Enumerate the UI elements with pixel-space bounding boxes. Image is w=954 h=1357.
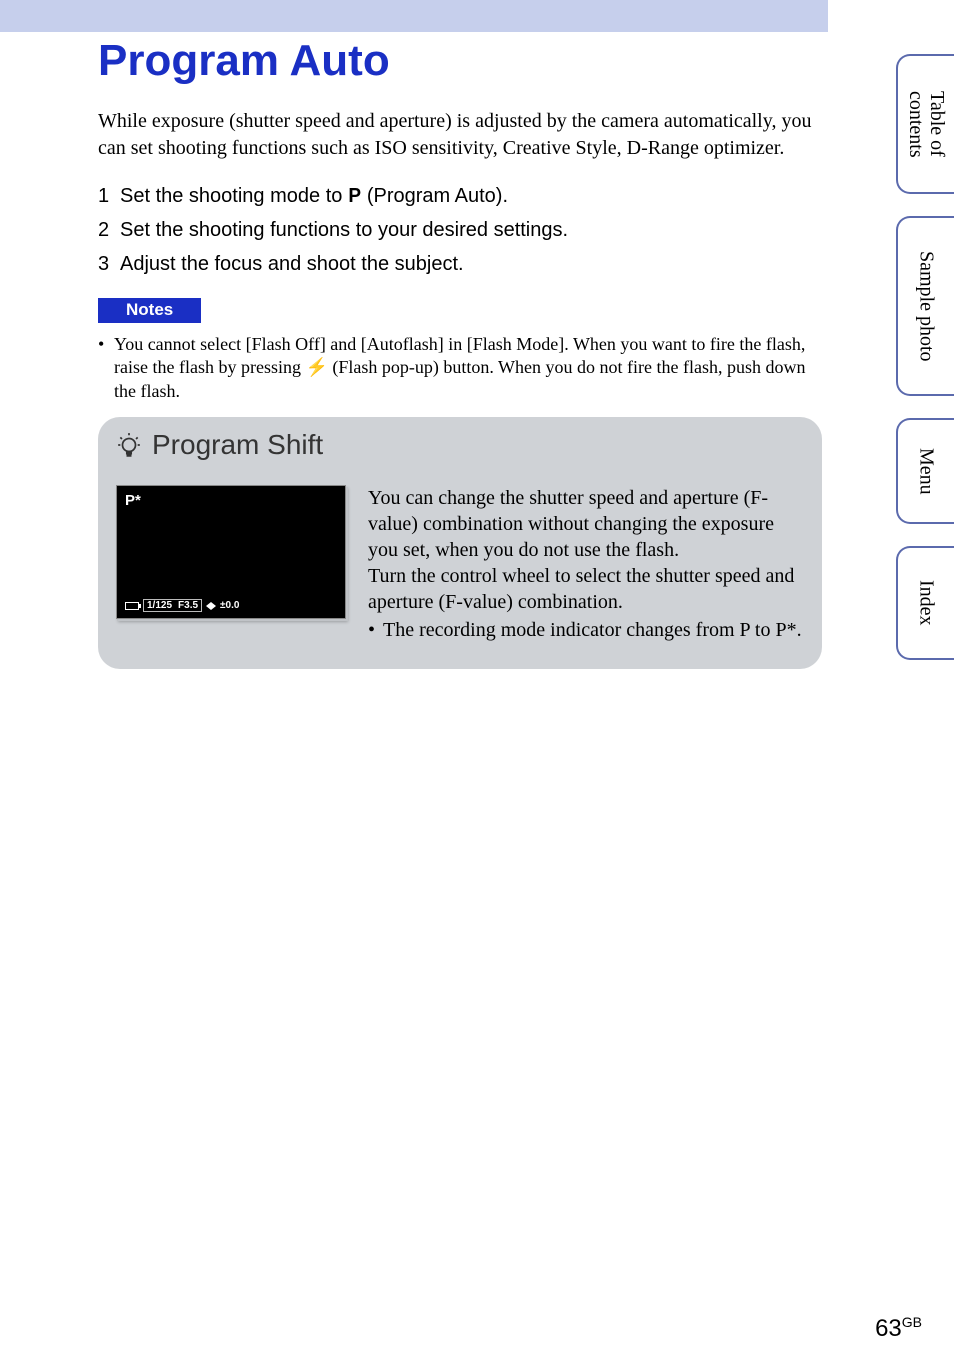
notes-label: Notes: [98, 298, 201, 323]
notes-list: • You cannot select [Flash Off] and [Aut…: [98, 333, 826, 403]
tab-label: Index: [916, 580, 937, 626]
tip-bullet-row: • The recording mode indicator changes f…: [368, 617, 804, 643]
bullet: •: [368, 617, 375, 643]
tab-index[interactable]: Index: [896, 546, 954, 660]
tip-paragraph-2: Turn the control wheel to select the shu…: [368, 563, 804, 615]
notes-heading-row: Notes: [98, 298, 826, 323]
tab-table-of-contents[interactable]: Table of contents: [896, 54, 954, 194]
note-text: You cannot select [Flash Off] and [Autof…: [114, 333, 826, 403]
intro-paragraph: While exposure (shutter speed and apertu…: [98, 108, 826, 162]
step-number: 1: [98, 180, 112, 212]
lcd-exposure-box: 1/125 F3.5: [143, 599, 202, 612]
step-3: 3 Adjust the focus and shoot the subject…: [98, 248, 826, 280]
lcd-shutter: 1/125: [147, 600, 172, 611]
header-bar: [0, 0, 828, 32]
step-text: Set the shooting functions to your desir…: [120, 214, 826, 246]
ev-icon: [206, 602, 216, 610]
step-number: 3: [98, 248, 112, 280]
note-item: • You cannot select [Flash Off] and [Aut…: [98, 333, 826, 403]
step-text: Set the shooting mode to P (Program Auto…: [120, 180, 826, 212]
program-mode-icon: P: [348, 180, 361, 212]
lcd-bottom-bar: 1/125 F3.5 ±0.0: [125, 599, 337, 612]
step-number: 2: [98, 214, 112, 246]
tab-label: Menu: [916, 448, 937, 495]
page-content: Program Auto While exposure (shutter spe…: [98, 36, 826, 669]
tab-label: Sample photo: [916, 251, 937, 362]
tip-body: P* 1/125 F3.5 ±0.0 You can change the sh…: [116, 485, 804, 643]
battery-icon: [125, 602, 139, 610]
steps-list: 1 Set the shooting mode to P (Program Au…: [98, 180, 826, 280]
step-1: 1 Set the shooting mode to P (Program Au…: [98, 180, 826, 212]
lcd-preview: P* 1/125 F3.5 ±0.0: [116, 485, 346, 619]
lcd-mode-indicator: P*: [125, 492, 141, 509]
lcd-aperture: F3.5: [178, 600, 198, 611]
page-number-value: 63: [875, 1315, 902, 1342]
tip-panel: Program Shift P* 1/125 F3.5 ±0.0 You can…: [98, 417, 822, 669]
tip-bullet-text: The recording mode indicator changes fro…: [383, 617, 802, 643]
flash-icon: ⚡: [305, 357, 327, 377]
step-1-text-a: Set the shooting mode to: [120, 185, 348, 207]
page-number-suffix: GB: [902, 1314, 922, 1330]
step-2: 2 Set the shooting functions to your des…: [98, 214, 826, 246]
tip-header: Program Shift: [116, 429, 804, 461]
bullet: •: [98, 333, 106, 403]
step-text: Adjust the focus and shoot the subject.: [120, 248, 826, 280]
lcd-ev-value: ±0.0: [220, 600, 239, 611]
lightbulb-icon: [116, 432, 142, 458]
tab-sample-photo[interactable]: Sample photo: [896, 216, 954, 396]
tip-title: Program Shift: [152, 429, 323, 461]
tip-paragraph-1: You can change the shutter speed and ape…: [368, 485, 804, 563]
page-title: Program Auto: [98, 36, 826, 86]
step-1-text-b: (Program Auto).: [361, 185, 508, 207]
tab-label: Table of contents: [905, 91, 947, 158]
tip-text: You can change the shutter speed and ape…: [368, 485, 804, 643]
side-tabs: Table of contents Sample photo Menu Inde…: [896, 54, 954, 660]
page-number: 63GB: [875, 1314, 922, 1343]
tab-menu[interactable]: Menu: [896, 418, 954, 524]
